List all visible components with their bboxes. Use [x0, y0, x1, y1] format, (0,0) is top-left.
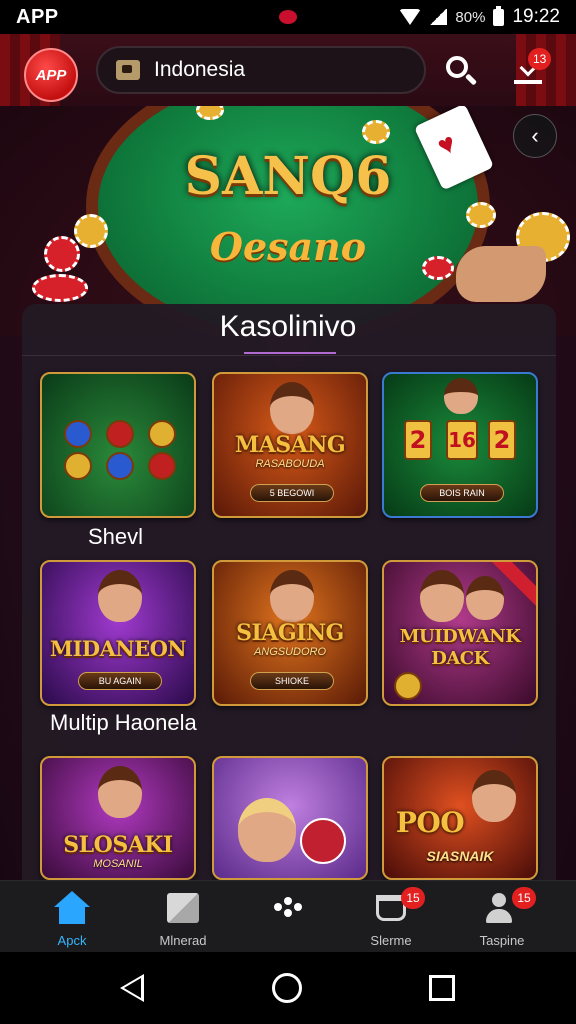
chevron-left-icon[interactable]: ‹ — [513, 114, 557, 158]
nav-item-games[interactable] — [238, 881, 338, 953]
slot-symbol-icon — [106, 452, 134, 480]
status-indicators: 80% 19:22 — [399, 5, 560, 28]
status-app-label: APP — [16, 5, 59, 28]
nav-label: Apck — [57, 933, 87, 948]
tile-title: MUIDWANK DACK — [399, 626, 521, 669]
nav-item-profile[interactable]: 15 Taspine — [452, 881, 552, 953]
character-avatar — [238, 798, 296, 862]
game-tile-siaging[interactable]: SIAGING ANGSUDORO SHIOKE — [212, 560, 368, 706]
character-avatar — [420, 570, 464, 622]
chip-icon — [300, 818, 346, 864]
divider — [22, 355, 556, 356]
game-tile-masang[interactable]: MASANG RASABOUDA 5 BEGOWI — [212, 372, 368, 518]
nav-badge: 15 — [401, 887, 425, 909]
tile-subtitle: ANGSUDORO — [253, 646, 327, 658]
battery-icon — [493, 5, 505, 26]
hero-subtitle: Oesano — [209, 224, 367, 269]
character-avatar — [98, 570, 142, 622]
slot-symbol-icon — [148, 452, 176, 480]
tile-subtitle: RASABOUDA — [255, 458, 325, 470]
tile-title: POO — [395, 806, 465, 839]
tile-title: MIDANEON — [49, 636, 187, 661]
signal-icon — [429, 9, 448, 25]
app-logo-text: APP — [35, 66, 67, 84]
character-avatar — [270, 570, 314, 622]
system-nav-bar — [0, 952, 576, 1024]
tile-play-button[interactable]: BU AGAIN — [78, 672, 162, 690]
slot-symbol-icon — [148, 420, 176, 448]
bottom-nav: Apck Mlnerad 15 Slerme 15 Taspine — [0, 880, 576, 952]
row-label: Shevl — [88, 524, 144, 549]
nav-label: Taspine — [479, 933, 525, 948]
coin-icon — [394, 672, 422, 700]
box-icon — [165, 891, 201, 925]
nav-label: Mlnerad — [159, 933, 207, 948]
character-avatar — [444, 378, 478, 414]
row-label: Multip Haonela — [50, 710, 197, 735]
search-input[interactable]: Indonesia — [96, 46, 426, 94]
system-recents-icon[interactable] — [429, 975, 455, 1001]
tile-play-button[interactable]: 5 BEGOWI — [250, 484, 334, 502]
hero-title: SANQ6 — [184, 146, 392, 207]
tile-title: SLOSAKI — [63, 832, 173, 858]
character-avatar — [466, 576, 504, 620]
slot-symbol-icon — [106, 420, 134, 448]
game-tile-slosaki[interactable]: SLOSAKI MOSANIL — [40, 756, 196, 880]
chip-icon — [32, 274, 88, 302]
hero-banner[interactable]: SANQ6 Oesano — [0, 106, 576, 336]
system-home-icon[interactable] — [272, 973, 302, 1003]
nav-item-home[interactable]: Apck — [22, 881, 122, 953]
character-avatar — [270, 382, 314, 434]
tile-play-button[interactable]: SHIOKE — [250, 672, 334, 690]
search-icon[interactable] — [444, 54, 478, 88]
download-badge: 13 — [528, 48, 552, 70]
tile-play-button[interactable]: BOIS RAIN — [420, 484, 504, 502]
tile-subtitle: SIASNAIK — [426, 848, 494, 864]
nav-badge: 15 — [512, 887, 536, 909]
slot-symbol-icon — [64, 452, 92, 480]
slot-reel: 2 — [488, 420, 516, 460]
region-flag-icon — [116, 60, 140, 80]
slot-reel: 16 — [446, 420, 478, 460]
dots-icon — [270, 891, 306, 925]
tab-indicator — [244, 352, 336, 354]
nav-label: Slerme — [370, 933, 412, 948]
search-value: Indonesia — [154, 58, 246, 81]
status-bar: APP 80% 19:22 — [0, 0, 576, 34]
system-back-icon[interactable] — [120, 974, 144, 1002]
chip-icon — [362, 120, 390, 144]
game-tile-card-game[interactable] — [212, 756, 368, 880]
game-tile-muidwank[interactable]: MUIDWANK DACK — [382, 560, 538, 706]
clock: 19:22 — [512, 6, 560, 27]
game-tile-poo[interactable]: POO SIASNAIK — [382, 756, 538, 880]
slot-reel: 2 — [404, 420, 432, 460]
nav-item-mineral[interactable]: Mlnerad — [133, 881, 233, 953]
tile-subtitle: MOSANIL — [93, 858, 143, 870]
nav-item-store[interactable]: 15 Slerme — [341, 881, 441, 953]
battery-percent: 80% — [455, 8, 486, 26]
slot-symbol-icon — [64, 420, 92, 448]
app-logo[interactable]: APP — [24, 48, 78, 102]
tile-title: SIAGING — [236, 620, 344, 646]
game-tile-reels[interactable]: 2 16 2 BOIS RAIN — [382, 372, 538, 518]
section-title: Kasolinivo — [219, 310, 357, 343]
game-tile-midaneon[interactable]: MIDANEON BU AGAIN — [40, 560, 196, 706]
wifi-icon — [399, 9, 422, 25]
notification-icon — [279, 10, 297, 24]
tile-title: MASANG — [234, 432, 346, 458]
home-icon — [54, 891, 90, 925]
character-avatar — [98, 766, 142, 818]
game-tile-slots-1[interactable] — [40, 372, 196, 518]
